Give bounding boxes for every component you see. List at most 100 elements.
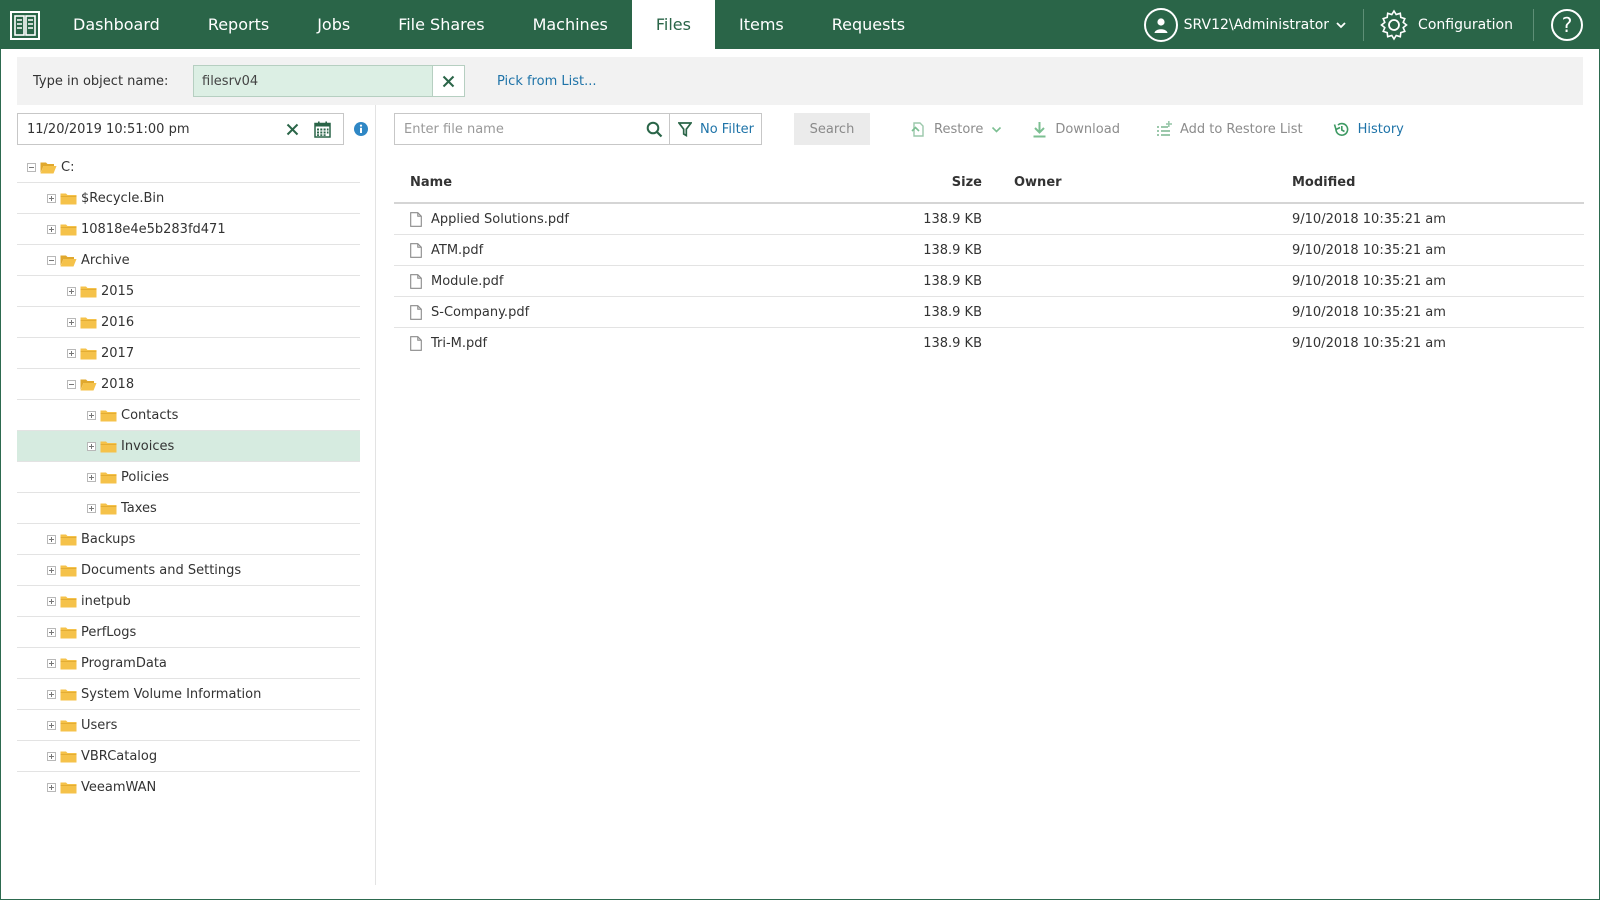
expand-icon[interactable] [47,193,56,203]
folder-icon [60,627,77,638]
tab-reports[interactable]: Reports [184,0,293,49]
configuration-label: Configuration [1418,16,1513,33]
tree-item[interactable]: Documents and Settings [17,555,360,586]
table-row[interactable]: Module.pdf 138.9 KB 9/10/2018 10:35:21 am [394,266,1584,297]
tab-files[interactable]: Files [631,0,715,49]
table-row[interactable]: ATM.pdf 138.9 KB 9/10/2018 10:35:21 am [394,235,1584,266]
tree-item[interactable]: VeeamWAN [17,772,360,803]
search-submit-button[interactable]: Search [794,113,870,145]
expand-icon[interactable] [47,627,56,637]
collapse-icon[interactable] [67,379,76,389]
tab-jobs[interactable]: Jobs [293,0,374,49]
column-header-owner[interactable]: Owner [982,175,1292,190]
add-to-restore-list-button[interactable]: Add to Restore List [1156,121,1303,137]
tree-item-label: ProgramData [81,655,167,671]
calendar-button[interactable] [306,121,338,138]
collapse-icon[interactable] [27,162,36,172]
tree-item[interactable]: 2015 [17,276,360,307]
tree-item[interactable]: Policies [17,462,360,493]
filter-button[interactable]: No Filter [670,122,754,137]
file-size: 138.9 KB [923,304,982,320]
tree-item[interactable]: 2016 [17,307,360,338]
tree-item-label: VeeamWAN [81,780,157,795]
user-menu[interactable]: SRV12\Administrator [1134,0,1363,49]
tree-item[interactable]: 2017 [17,338,360,369]
table-body: Applied Solutions.pdf 138.9 KB 9/10/2018 1… [394,204,1584,359]
collapse-icon[interactable] [47,255,56,265]
tree-item-label: Contacts [121,407,179,423]
date-input[interactable] [18,114,278,144]
files-table: Name Size Owner Modified Applied Solutio… [394,162,1584,359]
expand-icon[interactable] [47,534,56,544]
app-logo-icon[interactable] [0,0,49,49]
tree-item[interactable]: PerfLogs [17,617,360,648]
expand-icon[interactable] [87,441,96,451]
file-name: Applied Solutions.pdf [431,211,569,227]
folder-icon [60,534,77,545]
file-size: 138.9 KB [923,273,982,289]
expand-icon[interactable] [47,596,56,606]
expand-icon[interactable] [67,286,76,296]
tree-item[interactable]: Users [17,710,360,741]
object-name-input[interactable] [194,66,432,96]
info-icon[interactable] [353,121,369,137]
expand-icon[interactable] [47,751,56,761]
tab-dashboard[interactable]: Dashboard [49,0,184,49]
tab-requests[interactable]: Requests [808,0,929,49]
tree-item[interactable]: System Volume Information [17,679,360,710]
tree-item[interactable]: inetpub [17,586,360,617]
history-button[interactable]: History [1333,121,1404,138]
expand-icon[interactable] [47,689,56,699]
tree-item-label: Users [81,717,118,733]
tree-item[interactable]: Invoices [17,431,360,462]
column-header-modified[interactable]: Modified [1292,175,1582,190]
tree-item[interactable]: VBRCatalog [17,741,360,772]
tree-item[interactable]: Contacts [17,400,360,431]
table-row[interactable]: Applied Solutions.pdf 138.9 KB 9/10/2018 1… [394,204,1584,235]
folder-icon [80,348,97,359]
folder-icon [100,441,117,452]
file-name: Tri-M.pdf [431,336,488,351]
pick-from-list-link[interactable]: Pick from List... [497,74,596,89]
table-row[interactable]: Tri-M.pdf 138.9 KB 9/10/2018 10:35:21 am [394,328,1584,359]
file-name: S-Company.pdf [431,304,530,320]
user-name: SRV12\Administrator [1183,16,1330,33]
tree-item[interactable]: ProgramData [17,648,360,679]
tab-machines[interactable]: Machines [509,0,632,49]
file-search-input[interactable] [395,114,640,144]
expand-icon[interactable] [47,565,56,575]
column-header-size[interactable]: Size [894,175,982,190]
tree-item[interactable]: Taxes [17,493,360,524]
tree-item[interactable]: $Recycle.Bin [17,183,360,214]
table-row[interactable]: S-Company.pdf 138.9 KB 9/10/2018 10:35:21 … [394,297,1584,328]
expand-icon[interactable] [47,783,56,792]
help-button[interactable]: ? [1534,0,1600,49]
search-icon [646,121,663,137]
tree-item[interactable]: C: [17,152,360,183]
column-header-name[interactable]: Name [394,175,894,190]
download-button[interactable]: Download [1032,121,1120,138]
tree-item-label: inetpub [81,593,131,609]
tree-item-label: Backups [81,531,136,547]
tree-item[interactable]: 2018 [17,369,360,400]
tree-item[interactable]: Archive [17,245,360,276]
expand-icon[interactable] [67,317,76,327]
history-icon [1333,122,1349,136]
table-header: Name Size Owner Modified [394,162,1584,204]
clear-object-button[interactable] [432,66,464,96]
restore-button[interactable]: Restore [910,121,1002,138]
expand-icon[interactable] [87,503,96,513]
search-button[interactable] [640,114,670,144]
expand-icon[interactable] [67,348,76,358]
expand-icon[interactable] [47,224,56,234]
expand-icon[interactable] [87,410,96,420]
tree-item[interactable]: Backups [17,524,360,555]
configuration-button[interactable]: Configuration [1364,0,1533,49]
expand-icon[interactable] [87,472,96,482]
tree-item[interactable]: 10818e4e5b283fd471 [17,214,360,245]
clear-date-button[interactable] [278,123,306,136]
expand-icon[interactable] [47,658,56,668]
tab-items[interactable]: Items [715,0,808,49]
expand-icon[interactable] [47,720,56,730]
tab-file-shares[interactable]: File Shares [374,0,508,49]
